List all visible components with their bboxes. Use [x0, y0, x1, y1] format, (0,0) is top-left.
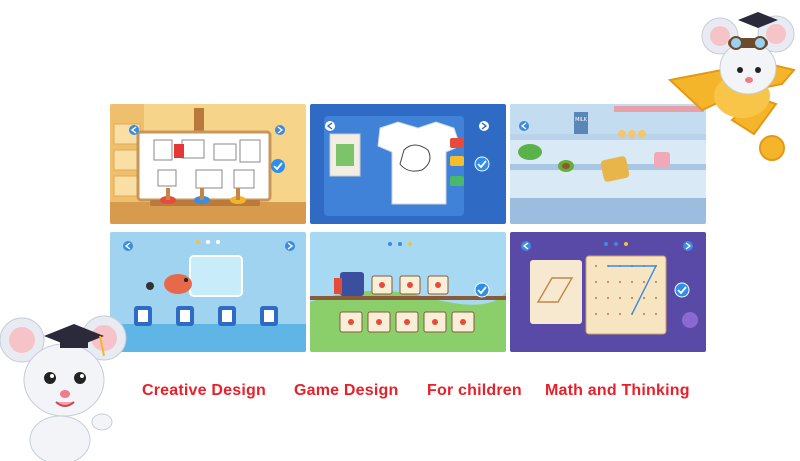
tile-geoboard[interactable]: [510, 232, 706, 352]
next-icon[interactable]: [275, 125, 285, 135]
caption-for-children: For children: [427, 382, 522, 399]
caption-creative-design: Creative Design: [142, 382, 266, 399]
tile-underwater[interactable]: [110, 232, 306, 352]
caption-game-design: Game Design: [294, 382, 399, 399]
tile-painting[interactable]: [110, 104, 306, 224]
caption-math-thinking: Math and Thinking: [545, 382, 690, 399]
back-icon[interactable]: [325, 121, 335, 131]
promo-stage: MILK Creative Design Game Design For chi…: [0, 0, 800, 461]
check-icon[interactable]: [474, 282, 490, 298]
milk-label: MILK: [575, 117, 588, 123]
check-icon[interactable]: [474, 156, 490, 172]
check-icon[interactable]: [271, 159, 285, 173]
back-icon[interactable]: [123, 241, 133, 251]
next-icon[interactable]: [683, 241, 693, 251]
mouse-pilot-illustration: [662, 0, 800, 168]
back-icon[interactable]: [521, 241, 531, 251]
check-icon[interactable]: [674, 282, 690, 298]
next-icon[interactable]: [285, 241, 295, 251]
screenshot-grid: MILK: [110, 104, 708, 352]
mouse-graduate-illustration: [0, 310, 128, 461]
tile-tshirt[interactable]: [310, 104, 506, 224]
next-icon[interactable]: [479, 121, 489, 131]
back-icon[interactable]: [519, 121, 529, 131]
back-icon[interactable]: [129, 125, 139, 135]
tile-number-train[interactable]: [310, 232, 506, 352]
